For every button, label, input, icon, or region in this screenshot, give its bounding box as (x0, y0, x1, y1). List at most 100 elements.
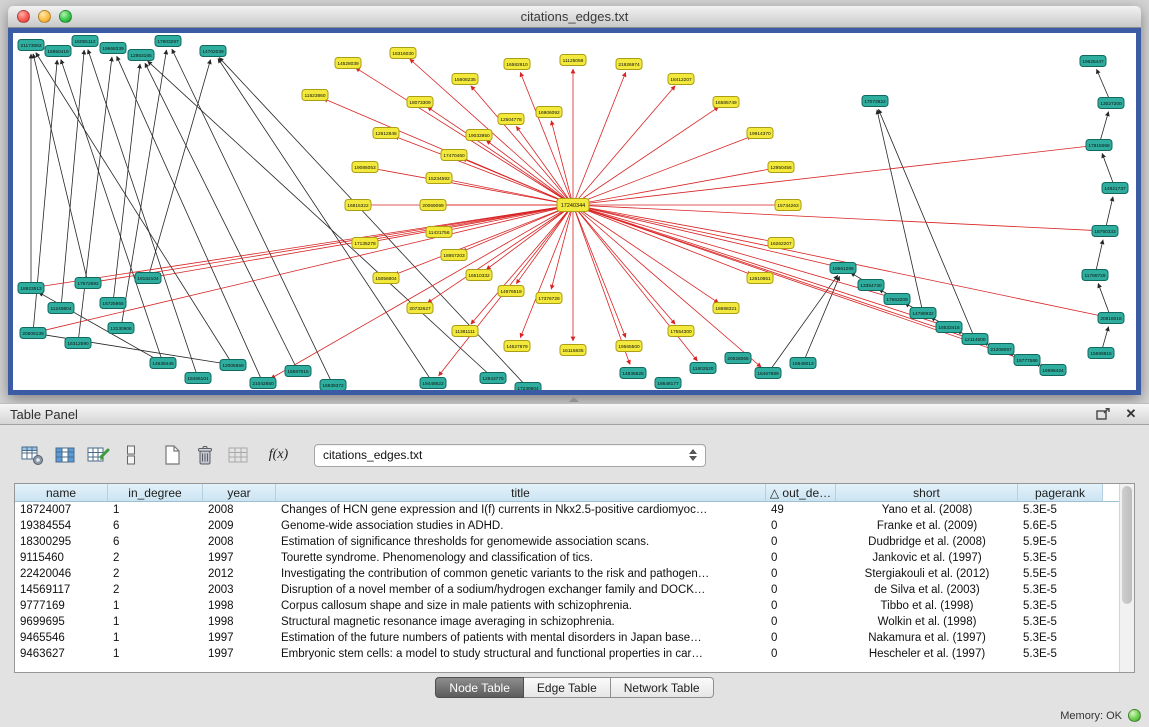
graph-node[interactable]: 11125059 (560, 55, 586, 66)
table-scrollbar[interactable] (1119, 484, 1134, 672)
memory-status-indicator-icon[interactable] (1128, 709, 1141, 722)
graph-node[interactable]: 12843775 (480, 373, 506, 384)
graph-node[interactable]: 16839372 (320, 380, 346, 391)
graph-node[interactable]: 18073309 (407, 97, 433, 108)
graph-node[interactable]: 12504778 (498, 114, 524, 125)
graph-node[interactable]: 19561296 (830, 263, 856, 274)
graph-node[interactable]: 14921737 (1102, 183, 1128, 194)
graph-node[interactable]: 17572692 (75, 278, 101, 289)
graph-node[interactable]: 11381111 (452, 326, 478, 337)
table-row[interactable]: 977716911998Corpus callosum shape and si… (15, 598, 1119, 614)
table-row[interactable]: 969969511998Structural magnetic resonanc… (15, 614, 1119, 630)
graph-node[interactable]: 17470460 (441, 150, 467, 161)
graph-node[interactable]: 18648177 (655, 378, 681, 389)
column-header-year[interactable]: year (203, 484, 276, 501)
zoom-button[interactable] (59, 10, 72, 23)
graph-node[interactable]: 14702039 (200, 46, 226, 57)
graph-node[interactable]: 21042850 (250, 378, 276, 389)
graph-node[interactable]: 19086053 (352, 162, 378, 173)
column-header-short[interactable]: short (836, 484, 1018, 501)
graph-node[interactable]: 14528039 (335, 58, 361, 69)
graph-node[interactable]: 15467889 (755, 368, 781, 379)
graph-node[interactable]: 16906092 (536, 107, 562, 118)
graph-node[interactable]: 20732627 (407, 303, 433, 314)
graph-node[interactable]: 11823860 (302, 90, 328, 101)
graph-node[interactable]: 13354730 (858, 280, 884, 291)
graph-node[interactable]: 17073922 (862, 96, 888, 107)
graph-node[interactable]: 12114500 (962, 334, 988, 345)
table-selector-dropdown[interactable]: citations_edges.txt (314, 444, 706, 467)
graph-node[interactable]: 14976519 (498, 286, 524, 297)
table-row[interactable]: 2242004622012Investigating the contribut… (15, 566, 1119, 582)
graph-node[interactable]: 14627879 (504, 341, 530, 352)
table-row[interactable]: 946362711997Embryonic stem cells: a mode… (15, 646, 1119, 662)
graph-node[interactable]: 18316030 (390, 48, 416, 59)
network-canvas[interactable]: 1573426316262207126106511869832117554300… (13, 33, 1136, 390)
graph-node[interactable]: 20818018 (1098, 313, 1124, 324)
float-panel-icon[interactable] (1095, 406, 1111, 422)
graph-node[interactable]: 19448622 (420, 378, 446, 389)
graph-node[interactable]: 15056804 (373, 273, 399, 284)
graph-node[interactable]: 18923513 (18, 283, 44, 294)
column-header-out_degree[interactable]: △ out_de… (766, 484, 836, 501)
minimize-button[interactable] (38, 10, 51, 23)
delete-icon[interactable] (191, 442, 218, 468)
panel-splitter-handle[interactable] (566, 396, 582, 403)
graph-node[interactable]: 16116835 (560, 345, 586, 356)
edit-columns-icon[interactable] (84, 442, 111, 468)
column-header-in_degree[interactable]: in_degree (108, 484, 203, 501)
graph-node[interactable]: 20628066 (725, 353, 751, 364)
column-header-pagerank[interactable]: pagerank (1018, 484, 1103, 501)
new-document-icon[interactable] (158, 442, 185, 468)
graph-node[interactable]: 16725955 (100, 298, 126, 309)
graph-node[interactable]: 12950456 (768, 162, 794, 173)
table-row[interactable]: 1456911722003Disruption of a novel membe… (15, 582, 1119, 598)
graph-node[interactable]: 17240344 (557, 199, 589, 212)
graph-node[interactable]: 18957203 (441, 250, 467, 261)
graph-node[interactable]: 18533416 (936, 322, 962, 333)
table-options-icon[interactable] (18, 442, 45, 468)
graph-node[interactable]: 14788932 (910, 308, 936, 319)
graph-node[interactable]: 16815322 (345, 200, 371, 211)
graph-node[interactable]: 18412207 (668, 74, 694, 85)
graph-node[interactable]: 15599815 (1088, 348, 1114, 359)
graph-node[interactable]: 19914370 (747, 128, 773, 139)
close-button[interactable] (17, 10, 30, 23)
graph-node[interactable]: 20506139 (20, 328, 46, 339)
graph-node[interactable]: 18698321 (713, 303, 739, 314)
table-row[interactable]: 1830029562008Estimation of significance … (15, 534, 1119, 550)
graph-node[interactable]: 12005559 (220, 360, 246, 371)
graph-node[interactable]: 16995424 (1040, 365, 1066, 376)
graph-node[interactable]: 15950419 (45, 46, 71, 57)
graph-node[interactable]: 19625447 (1080, 56, 1106, 67)
graph-node[interactable]: 19668339 (100, 43, 126, 54)
row-tools-icon[interactable] (117, 442, 144, 468)
graph-node[interactable]: 15608235 (452, 74, 478, 85)
window-titlebar[interactable]: citations_edges.txt (8, 6, 1141, 28)
graph-node[interactable]: 13130906 (108, 323, 134, 334)
graph-node[interactable]: 17663209 (884, 294, 910, 305)
graph-node[interactable]: 12853165 (128, 50, 154, 61)
graph-node[interactable]: 21173082 (18, 40, 44, 51)
import-table-icon[interactable] (224, 442, 251, 468)
close-panel-icon[interactable]: ✕ (1123, 406, 1139, 422)
graph-node[interactable]: 21926974 (616, 59, 642, 70)
graph-node[interactable]: 19182104 (135, 273, 161, 284)
graph-node[interactable]: 11431756 (426, 227, 452, 238)
tab-node-table[interactable]: Node Table (435, 677, 524, 698)
graph-node[interactable]: 11788726 (1082, 270, 1108, 281)
graph-node[interactable]: 12610651 (747, 273, 773, 284)
graph-node[interactable]: 18790333 (1092, 226, 1118, 237)
graph-node[interactable]: 16585749 (713, 97, 739, 108)
graph-node[interactable]: 19033950 (466, 130, 492, 141)
graph-node[interactable]: 19565500 (616, 341, 642, 352)
graph-node[interactable]: 12612845 (373, 128, 399, 139)
graph-node[interactable]: 17903297 (155, 36, 181, 47)
column-header-title[interactable]: title (276, 484, 766, 501)
table-row[interactable]: 1872400712008Changes of HCN gene express… (15, 502, 1119, 518)
graph-node[interactable]: 15312590 (65, 338, 91, 349)
select-columns-icon[interactable] (51, 442, 78, 468)
table-row[interactable]: 911546021997Tourette syndrome. Phenomeno… (15, 550, 1119, 566)
graph-node[interactable]: 17376728 (536, 293, 562, 304)
graph-node[interactable]: 17815068 (1086, 140, 1112, 151)
